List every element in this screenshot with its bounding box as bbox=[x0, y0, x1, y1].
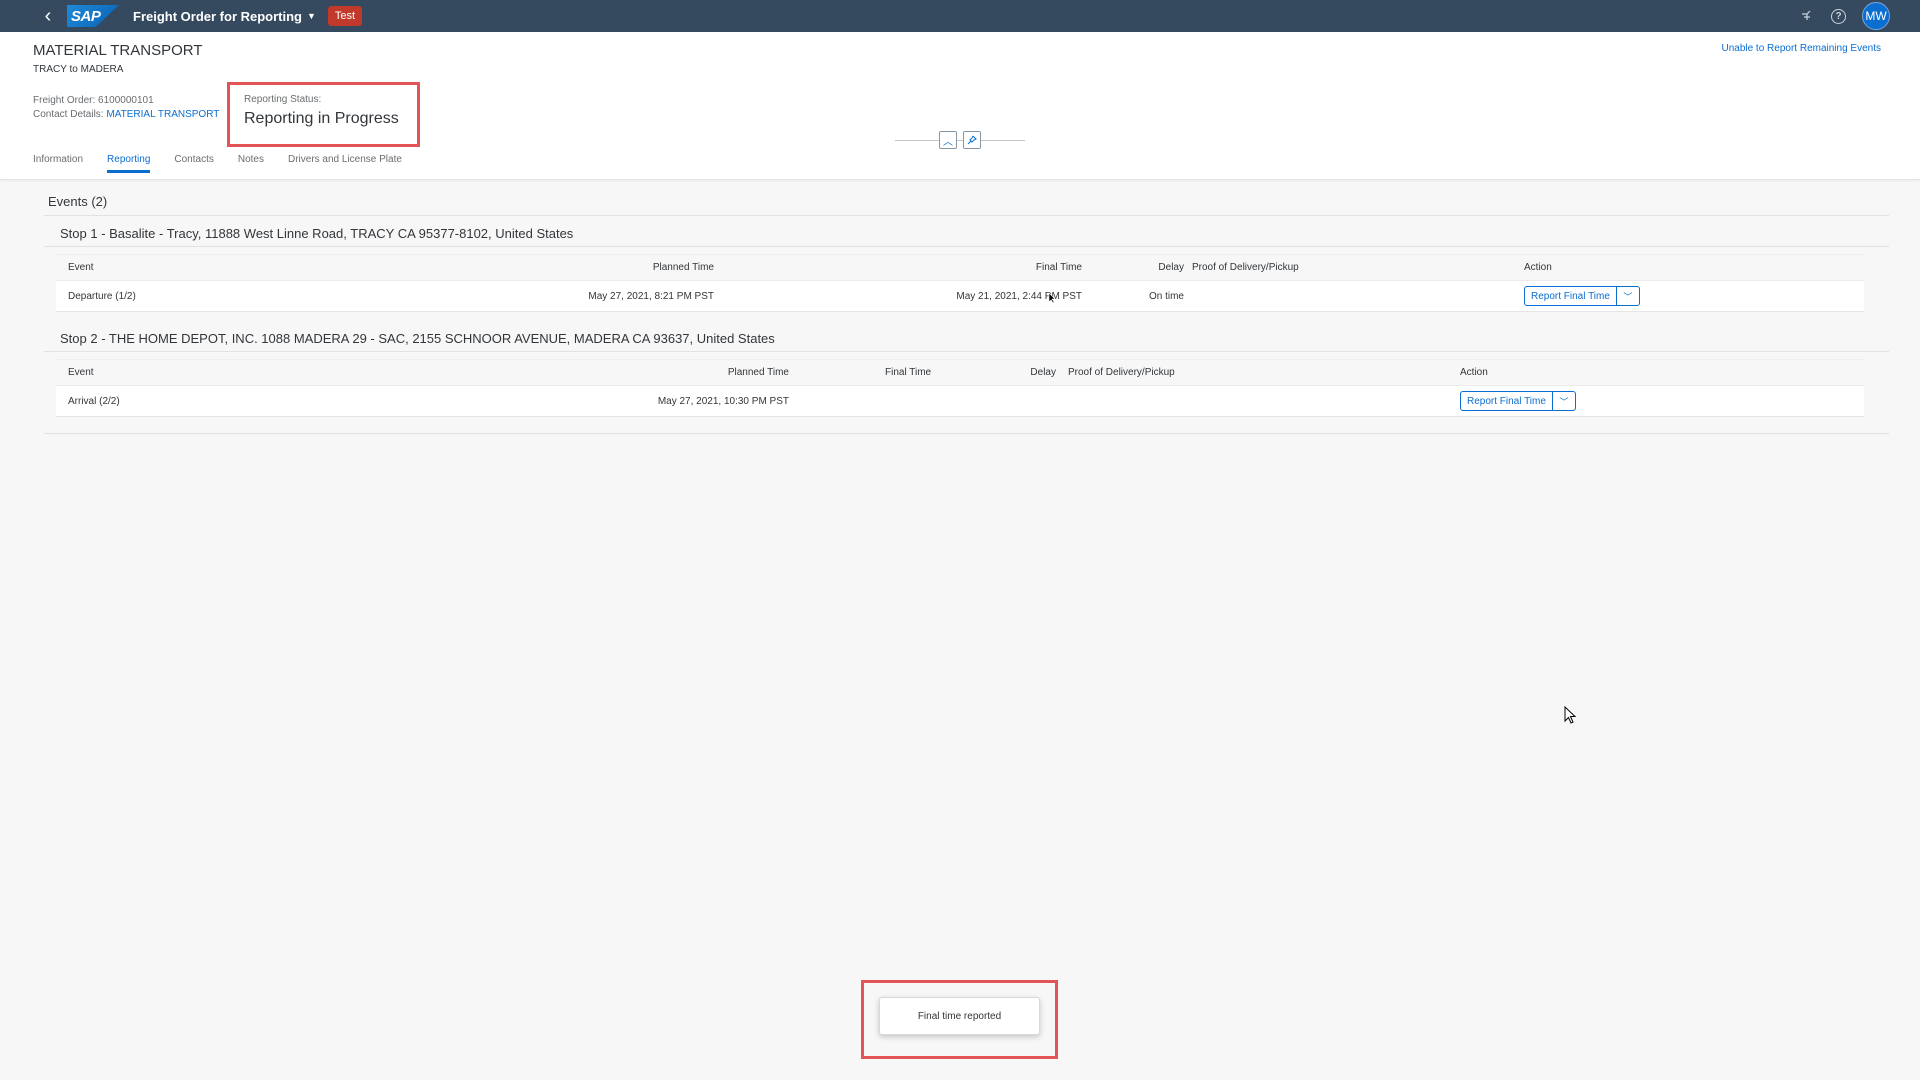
stop-divider bbox=[44, 246, 1889, 247]
mouse-pointer-icon bbox=[1564, 706, 1576, 724]
planned-time-cell: May 27, 2021, 8:21 PM PST bbox=[588, 290, 714, 302]
chevron-left-icon: ‹ bbox=[44, 5, 52, 27]
chevron-down-icon: ﹀ bbox=[1559, 396, 1569, 407]
column-header-proof: Proof of Delivery/Pickup bbox=[1192, 262, 1299, 273]
shell-actions: ? MW bbox=[1797, 0, 1890, 32]
sap-logo[interactable]: SAP bbox=[67, 5, 119, 27]
table-row: Departure (1/2) May 27, 2021, 8:21 PM PS… bbox=[56, 281, 1864, 311]
header-collapse-control: ︿ bbox=[895, 130, 1025, 154]
stop-1-events-table: Event Planned Time Final Time Delay Proo… bbox=[56, 254, 1864, 312]
tab-notes[interactable]: Notes bbox=[238, 154, 264, 173]
section-divider bbox=[44, 215, 1889, 216]
section-bottom-divider bbox=[44, 433, 1889, 434]
mouse-pointer-icon bbox=[1048, 292, 1056, 304]
table-header: Event Planned Time Final Time Delay Proo… bbox=[56, 360, 1864, 386]
pin-icon bbox=[967, 135, 977, 145]
header-divider bbox=[895, 140, 1025, 141]
reporting-status-value: Reporting in Progress bbox=[244, 110, 399, 127]
reporting-status-highlight: Reporting Status: Reporting in Progress bbox=[227, 82, 420, 147]
reporting-status-label: Reporting Status: bbox=[244, 94, 322, 105]
column-header-event: Event bbox=[68, 367, 94, 378]
table-header: Event Planned Time Final Time Delay Proo… bbox=[56, 255, 1864, 281]
contact-details-attribute: Contact Details: MATERIAL TRANSPORT bbox=[33, 109, 219, 120]
page-title: MATERIAL TRANSPORT bbox=[33, 42, 203, 59]
contact-details-label: Contact Details: bbox=[33, 109, 104, 120]
logo-text: SAP bbox=[71, 7, 101, 25]
freight-order-label: Freight Order: bbox=[33, 95, 96, 106]
collapse-header-button[interactable]: ︿ bbox=[939, 131, 957, 149]
report-options-dropdown[interactable]: ﹀ bbox=[1617, 287, 1639, 305]
column-header-action: Action bbox=[1460, 367, 1488, 378]
help-icon[interactable]: ? bbox=[1831, 8, 1846, 24]
message-toast: Final time reported bbox=[879, 997, 1040, 1035]
report-final-time-split-button: Report Final Time ﹀ bbox=[1460, 391, 1576, 411]
chevron-down-icon: ﹀ bbox=[1623, 291, 1633, 302]
stop-2-title: Stop 2 - THE HOME DEPOT, INC. 1088 MADER… bbox=[60, 331, 775, 346]
column-header-planned-time: Planned Time bbox=[727, 367, 789, 378]
column-header-event: Event bbox=[68, 262, 94, 273]
stop-2-events-table: Event Planned Time Final Time Delay Proo… bbox=[56, 359, 1864, 417]
freight-order-attribute: Freight Order: 6100000101 bbox=[33, 95, 154, 106]
page-subtitle: TRACY to MADERA bbox=[33, 64, 124, 75]
pin-header-button[interactable] bbox=[963, 131, 981, 149]
final-time-cell: May 21, 2021, 2:44 PM PST bbox=[956, 290, 1082, 302]
report-final-time-button[interactable]: Report Final Time bbox=[1525, 287, 1617, 305]
event-cell: Departure (1/2) bbox=[68, 290, 136, 302]
freight-order-value: 6100000101 bbox=[98, 95, 154, 106]
report-options-dropdown[interactable]: ﹀ bbox=[1553, 392, 1575, 410]
notification-icon[interactable] bbox=[1797, 7, 1815, 25]
tab-reporting[interactable]: Reporting bbox=[107, 154, 151, 173]
tab-information[interactable]: Information bbox=[33, 154, 83, 173]
tab-contacts[interactable]: Contacts bbox=[174, 154, 213, 173]
unable-to-report-button[interactable]: Unable to Report Remaining Events bbox=[1721, 43, 1881, 54]
planned-time-cell: May 27, 2021, 10:30 PM PST bbox=[657, 395, 789, 407]
column-header-final-time: Final Time bbox=[885, 367, 932, 378]
chevron-up-icon: ︿ bbox=[943, 136, 953, 148]
user-avatar[interactable]: MW bbox=[1862, 2, 1890, 30]
tab-drivers-and-license-plate[interactable]: Drivers and License Plate bbox=[288, 154, 402, 173]
action-cell: Report Final Time ﹀ bbox=[1460, 386, 1576, 416]
event-cell: Arrival (2/2) bbox=[68, 395, 120, 407]
report-final-time-button[interactable]: Report Final Time bbox=[1461, 392, 1553, 410]
column-header-final-time: Final Time bbox=[1035, 262, 1082, 273]
app-title-menu[interactable]: Freight Order for Reporting ▼ bbox=[133, 9, 316, 24]
contact-details-link[interactable]: MATERIAL TRANSPORT bbox=[106, 109, 219, 120]
tab-bar: Information Reporting Contacts Notes Dri… bbox=[33, 154, 426, 173]
events-title: Events (2) bbox=[48, 194, 108, 209]
back-button[interactable]: ‹ bbox=[33, 0, 63, 32]
app-title: Freight Order for Reporting bbox=[133, 8, 302, 24]
delay-cell: On time bbox=[1148, 290, 1184, 302]
stop-divider bbox=[44, 351, 1889, 352]
column-header-planned-time: Planned Time bbox=[652, 262, 714, 273]
action-cell: Report Final Time ﹀ bbox=[1524, 281, 1640, 311]
table-row: Arrival (2/2) May 27, 2021, 10:30 PM PST… bbox=[56, 386, 1864, 416]
shell-bar: ‹ SAP Freight Order for Reporting ▼ Test… bbox=[0, 0, 1920, 32]
stop-1-title: Stop 1 - Basalite - Tracy, 11888 West Li… bbox=[60, 226, 574, 241]
caret-down-icon: ▼ bbox=[307, 11, 316, 21]
environment-badge: Test bbox=[327, 6, 363, 26]
column-header-delay: Delay bbox=[1030, 367, 1056, 378]
column-header-action: Action bbox=[1524, 262, 1552, 273]
object-header: MATERIAL TRANSPORT TRACY to MADERA Freig… bbox=[0, 32, 1920, 180]
column-header-proof: Proof of Delivery/Pickup bbox=[1068, 367, 1175, 378]
column-header-delay: Delay bbox=[1158, 262, 1184, 273]
report-final-time-split-button: Report Final Time ﹀ bbox=[1524, 286, 1640, 306]
